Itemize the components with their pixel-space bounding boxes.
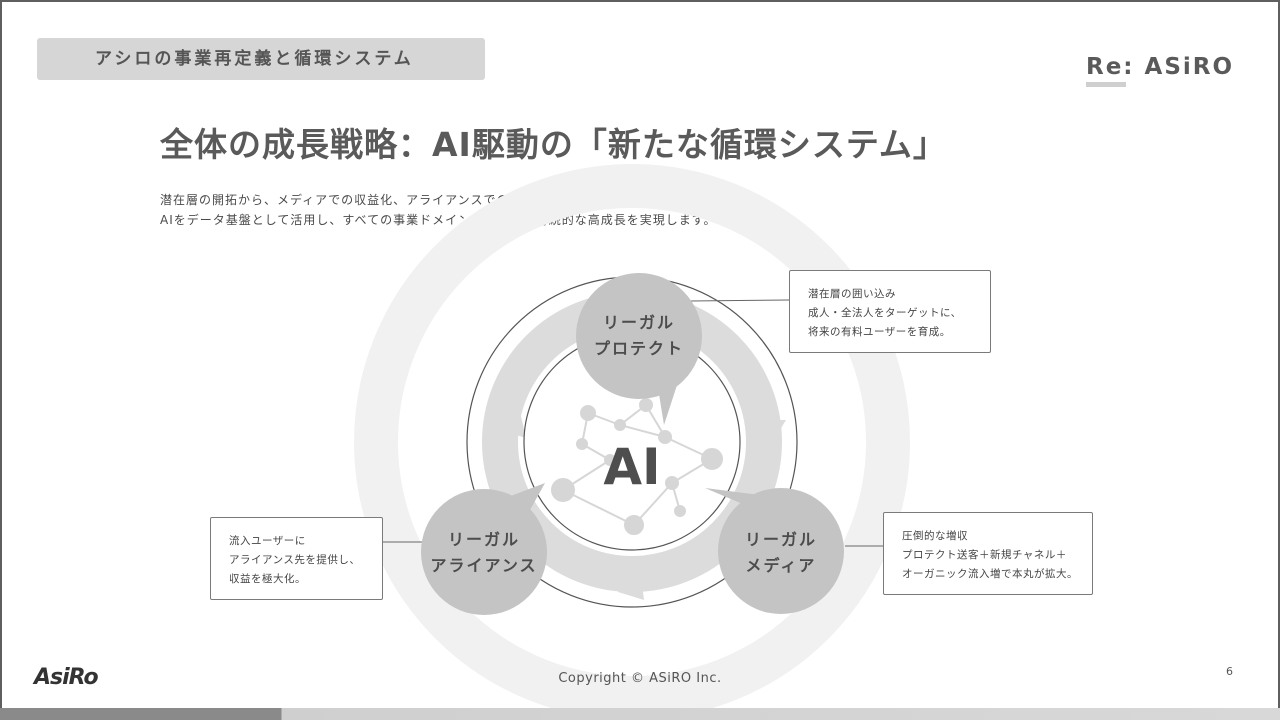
callout-alliance: 流入ユーザーに アライアンス先を提供し、 収益を極大化。 [210, 517, 383, 600]
node-protect-line-1: リーガル [602, 313, 675, 332]
callout-media-line-1: 圧倒的な増収 [902, 530, 968, 542]
bottom-progress-bar [0, 708, 1280, 720]
callout-alliance-line-1: 流入ユーザーに [229, 535, 306, 547]
ai-center-label: AI [603, 438, 661, 496]
callout-protect-line-3: 将来の有料ユーザーを育成。 [808, 326, 951, 338]
callout-alliance-line-2: アライアンス先を提供し、 [229, 554, 361, 566]
callout-alliance-line-3: 収益を極大化。 [229, 573, 306, 585]
callout-protect-line-2: 成人・全法人をターゲットに、 [808, 307, 962, 319]
node-protect-line-2: プロテクト [593, 339, 684, 358]
callout-protect: 潜在層の囲い込み 成人・全法人をターゲットに、 将来の有料ユーザーを育成。 [789, 270, 991, 353]
node-alliance-line-1: リーガル [447, 530, 520, 549]
node-media-label: リーガル メディア [721, 527, 841, 579]
copyright: Copyright © ASiRO Inc. [558, 671, 722, 686]
node-media-line-1: リーガル [744, 530, 817, 549]
node-alliance-label: リーガル アライアンス [424, 527, 544, 579]
page-number: 6 [1226, 665, 1233, 678]
callout-media-line-3: オーガニック流入増で本丸が拡大。 [902, 568, 1078, 580]
callout-protect-line-1: 潜在層の囲い込み [808, 288, 896, 300]
callout-media: 圧倒的な増収 プロテクト送客＋新規チャネル＋ オーガニック流入増で本丸が拡大。 [883, 512, 1093, 595]
node-protect-label: リーガル プロテクト [579, 310, 699, 362]
node-alliance-line-2: アライアンス [430, 556, 538, 575]
callout-media-line-2: プロテクト送客＋新規チャネル＋ [902, 549, 1067, 561]
node-media-line-2: メディア [745, 556, 817, 575]
